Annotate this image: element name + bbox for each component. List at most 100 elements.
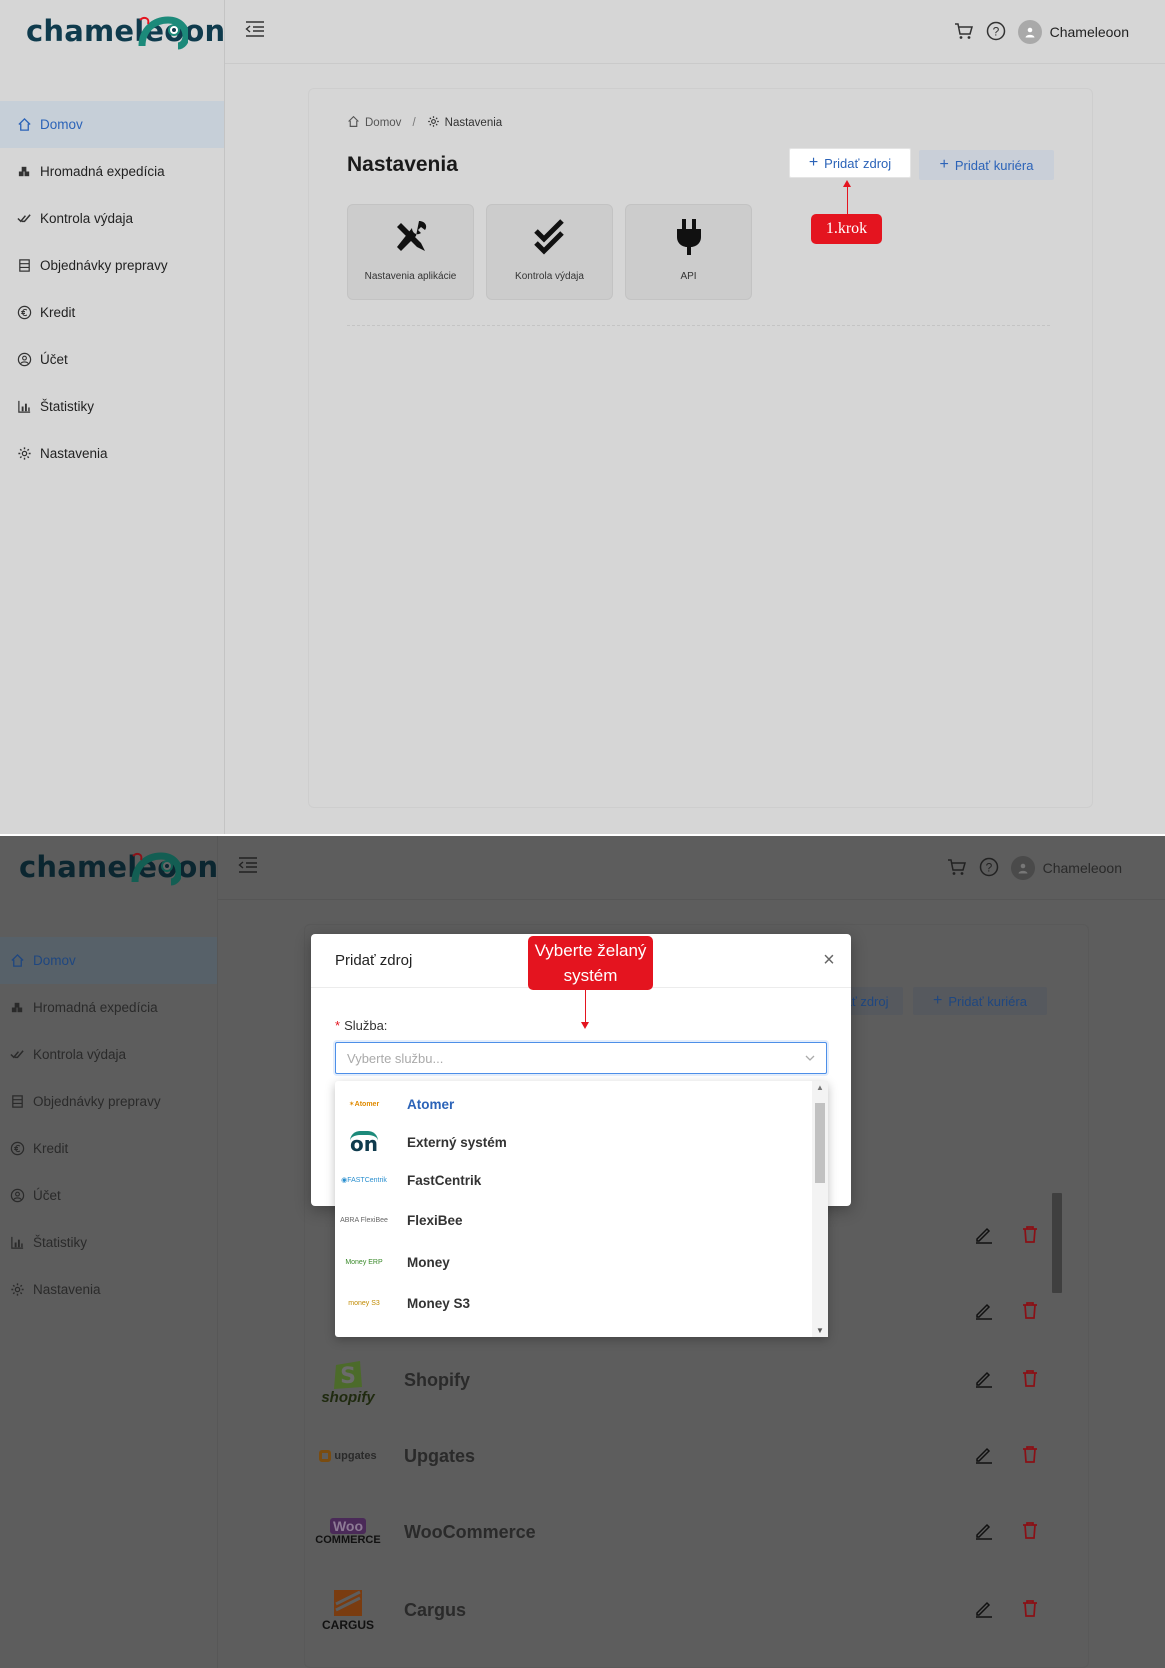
- tile-label: API: [680, 271, 697, 282]
- tile-app-settings[interactable]: Nastavenia aplikácie: [347, 204, 474, 300]
- sidebar-item-nastavenia[interactable]: Nastavenia: [0, 1266, 217, 1313]
- service-select[interactable]: Vyberte službu...: [335, 1042, 827, 1074]
- sidebar-item-hromadna-expedicia[interactable]: Hromadná expedícia: [0, 984, 217, 1031]
- sidebar-item-kontrola-vydaja[interactable]: Kontrola výdaja: [0, 1031, 217, 1078]
- breadcrumb: Domov / Nastavenia: [347, 115, 502, 131]
- sidebar-item-ucet[interactable]: Účet: [0, 336, 224, 383]
- sidebar-item-objednavky-prepravy[interactable]: Objednávky prepravy: [0, 1078, 217, 1125]
- annotation-arrowhead-1: [843, 180, 851, 187]
- sidebar-item-label: Hromadná expedícia: [40, 164, 165, 179]
- plus-icon: +: [808, 154, 819, 171]
- option-label: Atomer: [407, 1096, 455, 1112]
- topbar: ? Chameleoon: [218, 836, 1165, 900]
- delete-icon[interactable]: [1020, 1224, 1040, 1249]
- cargus-logo: CARGUS: [308, 1588, 388, 1632]
- sidebar-item-label: Štatistiky: [40, 399, 95, 414]
- delete-icon[interactable]: [1020, 1598, 1040, 1623]
- sidebar-item-statistiky[interactable]: Štatistiky: [0, 383, 224, 430]
- edit-icon[interactable]: [974, 1598, 994, 1623]
- sidebar-nav: Domov Hromadná expedícia Kontrola výdaja…: [0, 937, 217, 1313]
- edit-icon[interactable]: [974, 1368, 994, 1393]
- sidebar-item-label: Hromadná expedícia: [33, 1000, 158, 1015]
- chameleoon-logo[interactable]: chameleoon: [26, 14, 225, 58]
- edit-icon[interactable]: [974, 1444, 994, 1469]
- list-scrollbar[interactable]: [1049, 1181, 1063, 1616]
- option-money-s3[interactable]: money S3 Money S3: [335, 1283, 810, 1323]
- double-check-icon: [9, 1047, 25, 1063]
- option-label: Externý systém: [407, 1134, 507, 1150]
- scroll-down-icon[interactable]: ▼: [816, 1326, 824, 1335]
- breadcrumb-home[interactable]: Domov: [365, 117, 401, 129]
- edit-icon[interactable]: [974, 1520, 994, 1545]
- scroll-up-icon[interactable]: ▲: [816, 1083, 824, 1092]
- edit-icon[interactable]: [974, 1224, 994, 1249]
- sidebar-item-hromadna-expedicia[interactable]: Hromadná expedícia: [0, 148, 224, 195]
- delete-icon[interactable]: [1020, 1368, 1040, 1393]
- annotation-arrow-2: [585, 990, 586, 1022]
- cart-icon[interactable]: [954, 21, 974, 44]
- option-money[interactable]: Money ERP Money: [335, 1242, 810, 1282]
- close-icon[interactable]: ×: [819, 950, 839, 970]
- breadcrumb-current: Nastavenia: [444, 117, 503, 129]
- tile-label: Kontrola výdaja: [515, 271, 584, 282]
- user-name[interactable]: Chameleoon: [1043, 860, 1122, 876]
- tile-api[interactable]: API: [625, 204, 752, 300]
- menu-fold-icon[interactable]: [238, 856, 258, 879]
- plug-icon: [676, 219, 701, 255]
- sidebar-item-objednavky-prepravy[interactable]: Objednávky prepravy: [0, 242, 224, 289]
- add-source-button[interactable]: Pridať zdroj: [821, 987, 903, 1015]
- sidebar-item-label: Domov: [33, 953, 76, 968]
- topbar-actions: ? Chameleoon: [947, 856, 1122, 880]
- euro-icon: [9, 1141, 25, 1157]
- option-flexibee[interactable]: ABRA FlexiBee FlexiBee: [335, 1200, 810, 1240]
- sidebar-item-label: Objednávky prepravy: [33, 1094, 161, 1109]
- service-field-label: * Služba:: [335, 1018, 388, 1033]
- sidebar-item-kredit[interactable]: Kredit: [0, 1125, 217, 1172]
- row-actions: [974, 1520, 1040, 1545]
- sidebar-item-label: Kredit: [40, 305, 76, 320]
- add-courier-button[interactable]: + Pridať kuriéra: [919, 150, 1054, 180]
- chameleoon-logo[interactable]: chameleoon: [19, 850, 218, 894]
- gear-icon: [9, 1282, 25, 1298]
- option-atomer[interactable]: ✶ Atomer Atomer: [335, 1084, 810, 1124]
- dropdown-scrollbar-thumb[interactable]: [815, 1103, 825, 1183]
- annotation-step-1: 1.krok: [811, 214, 882, 244]
- sidebar-item-kredit[interactable]: Kredit: [0, 289, 224, 336]
- dropdown-scrollbar[interactable]: ▲ ▼: [812, 1081, 828, 1337]
- sidebar-item-label: Účet: [40, 352, 68, 367]
- add-source-label: Pridať zdroj: [824, 155, 892, 171]
- sidebar-item-ucet[interactable]: Účet: [0, 1172, 217, 1219]
- sidebar-item-statistiky[interactable]: Štatistiky: [0, 1219, 217, 1266]
- row-actions: [974, 1598, 1040, 1623]
- sidebar-item-nastavenia[interactable]: Nastavenia: [0, 430, 224, 477]
- user-name[interactable]: Chameleoon: [1050, 24, 1129, 40]
- delete-icon[interactable]: [1020, 1520, 1040, 1545]
- option-label: Money S3: [407, 1295, 471, 1311]
- help-icon[interactable]: ?: [986, 21, 1006, 44]
- sidebar-item-domov[interactable]: Domov: [0, 101, 224, 148]
- sidebar-nav: Domov Hromadná expedícia Kontrola výdaja…: [0, 101, 224, 477]
- sidebar-item-domov[interactable]: Domov: [0, 937, 217, 984]
- woocommerce-logo: Woo COMMERCE: [315, 1518, 381, 1546]
- list-scrollbar-thumb[interactable]: [1052, 1193, 1062, 1293]
- add-source-button[interactable]: + Pridať zdroj: [789, 148, 911, 178]
- atomer-logo: ✶ Atomer: [348, 1100, 380, 1109]
- sidebar-item-label: Objednávky prepravy: [40, 258, 168, 273]
- delete-icon[interactable]: [1020, 1444, 1040, 1469]
- option-fastcentrik[interactable]: ◉ FASTCentrik FastCentrik: [335, 1160, 810, 1200]
- add-courier-button[interactable]: + Pridať kuriéra: [913, 987, 1047, 1015]
- avatar[interactable]: [1017, 20, 1042, 44]
- shopify-logo: S shopify: [308, 1355, 388, 1406]
- option-externy-system[interactable]: on Externý systém: [335, 1122, 810, 1162]
- delete-icon[interactable]: [1020, 1300, 1040, 1325]
- tile-dispatch-check[interactable]: Kontrola výdaja: [486, 204, 613, 300]
- help-icon[interactable]: ?: [979, 857, 999, 880]
- edit-icon[interactable]: [974, 1300, 994, 1325]
- list-icon: [9, 1094, 25, 1110]
- menu-fold-icon[interactable]: [245, 20, 265, 43]
- user-circle-icon: [9, 1188, 25, 1204]
- sidebar-item-kontrola-vydaja[interactable]: Kontrola výdaja: [0, 195, 224, 242]
- page-title: Nastavenia: [347, 153, 458, 176]
- avatar[interactable]: [1010, 856, 1035, 880]
- cart-icon[interactable]: [947, 857, 967, 880]
